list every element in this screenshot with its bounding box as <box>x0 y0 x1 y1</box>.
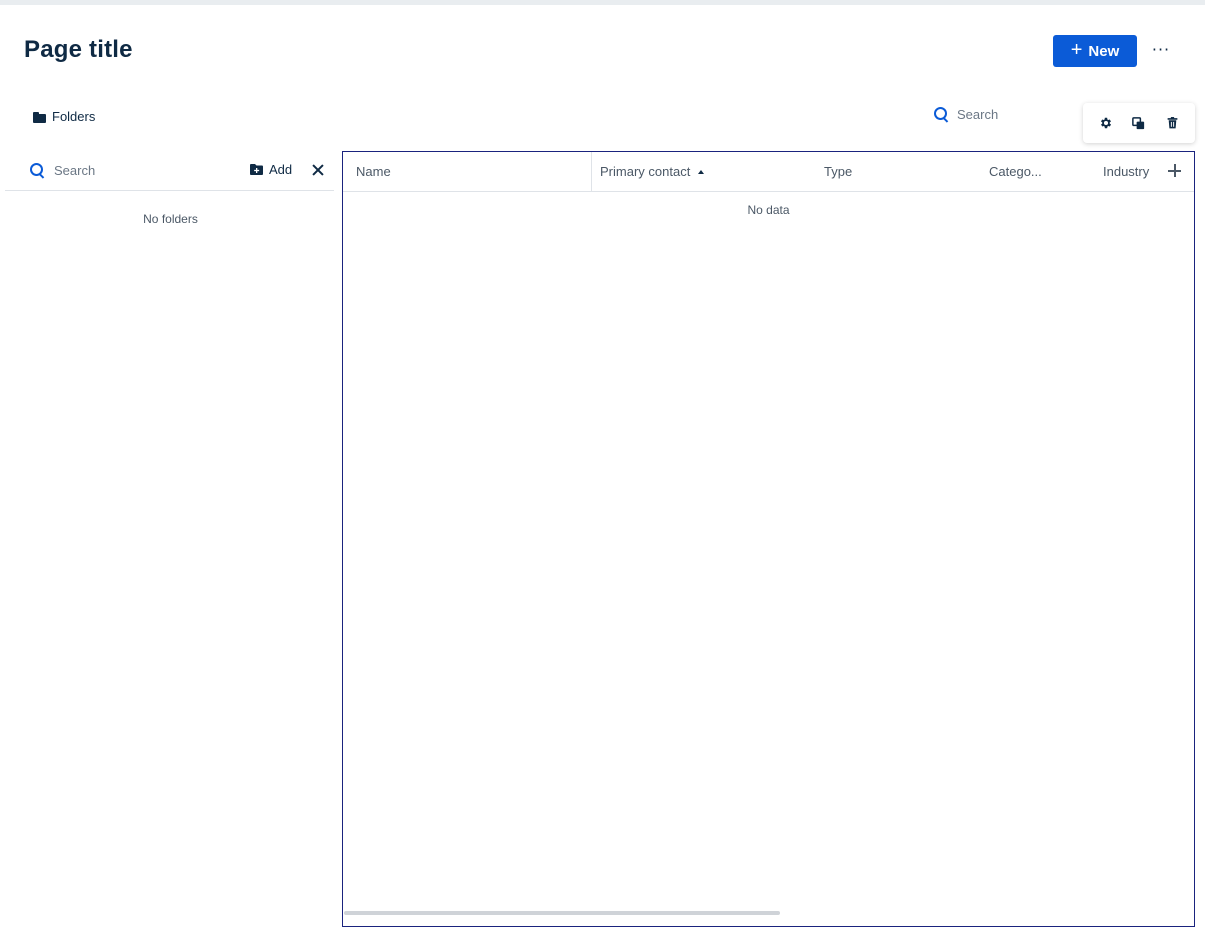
search-icon <box>30 162 45 178</box>
main-search-input[interactable] <box>957 107 1077 122</box>
folder-plus-icon <box>250 164 263 175</box>
folders-heading-label: Folders <box>52 109 96 124</box>
more-options-button[interactable]: ··· <box>1147 38 1175 62</box>
trash-icon <box>1167 117 1178 129</box>
column-header-name[interactable]: Name <box>343 152 592 191</box>
plus-icon: + <box>1070 39 1083 61</box>
page-title: Page title <box>24 36 133 63</box>
gear-icon <box>1100 117 1111 129</box>
duplicate-button[interactable] <box>1128 112 1150 134</box>
column-header-type[interactable]: Type <box>824 152 852 191</box>
row-actions-toolbar <box>1083 103 1195 143</box>
main-search <box>934 107 1077 122</box>
top-bar <box>0 0 1205 5</box>
column-header-category[interactable]: Catego... <box>989 152 1042 191</box>
column-header-primary-contact[interactable]: Primary contact <box>600 152 705 191</box>
column-header-label: Type <box>824 164 853 179</box>
folder-search-input[interactable] <box>54 162 204 178</box>
close-icon[interactable] <box>310 162 326 178</box>
search-icon <box>934 107 949 122</box>
folder-search-row: Add <box>5 150 334 191</box>
grid-header: Name Primary contact Type Catego... Indu… <box>343 152 1194 192</box>
add-folder-label: Add <box>269 162 293 177</box>
grid-empty-state: No data <box>747 203 790 217</box>
add-column-button[interactable] <box>1167 163 1183 179</box>
data-grid: Name Primary contact Type Catego... Indu… <box>342 151 1195 927</box>
folder-icon <box>33 111 46 123</box>
new-button-label: New <box>1088 42 1120 60</box>
folders-empty-state: No folders <box>143 212 198 226</box>
settings-button[interactable] <box>1095 112 1117 134</box>
copy-icon <box>1132 116 1145 129</box>
folders-heading: Folders <box>33 109 95 124</box>
column-header-label: Name <box>356 164 391 179</box>
add-folder-button[interactable]: Add <box>250 162 292 177</box>
folders-panel: Add No folders <box>5 150 334 226</box>
sort-ascending-icon <box>698 170 705 174</box>
new-button[interactable]: + New <box>1053 35 1137 67</box>
column-header-label: Primary contact <box>600 164 691 179</box>
column-header-label: Catego... <box>989 164 1042 179</box>
column-header-label: Industry <box>1103 164 1150 179</box>
column-header-industry[interactable]: Industry <box>1103 152 1149 191</box>
delete-button[interactable] <box>1161 112 1183 134</box>
horizontal-scrollbar[interactable] <box>344 911 780 915</box>
